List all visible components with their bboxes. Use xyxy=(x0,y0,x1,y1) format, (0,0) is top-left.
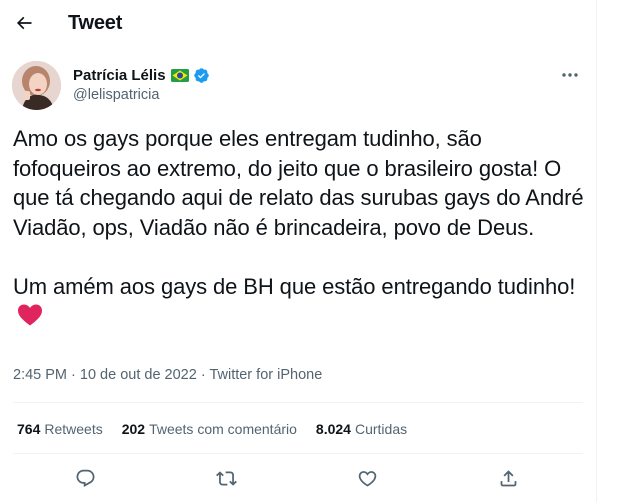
retweets-count: 764 xyxy=(17,421,41,437)
more-icon xyxy=(562,73,578,77)
retweets-stat[interactable]: 764 Retweets xyxy=(17,421,103,437)
arrow-left-icon xyxy=(16,16,32,30)
tweet-stats: 764 Retweets 202 Tweets com comentário 8… xyxy=(17,421,426,437)
author-handle[interactable]: @lelispatricia xyxy=(73,87,159,103)
author-name-row: Patrícia Lélis xyxy=(73,66,210,84)
column-border xyxy=(596,0,597,502)
page-title: Tweet xyxy=(68,12,123,34)
meta-separator: · xyxy=(196,367,210,383)
share-button[interactable] xyxy=(493,463,523,493)
tweet-date[interactable]: 10 de out de 2022 xyxy=(80,367,197,383)
reply-icon xyxy=(76,469,94,487)
divider xyxy=(13,453,583,454)
verified-badge-icon xyxy=(193,67,209,83)
quotes-count: 202 xyxy=(121,421,146,437)
divider xyxy=(13,402,583,403)
likes-count: 8.024 xyxy=(315,421,351,437)
like-icon xyxy=(358,470,376,487)
quotes-stat[interactable]: 202 Tweets com comentário xyxy=(122,421,297,437)
header: Tweet xyxy=(0,0,596,48)
tweet-text: Amo os gays porque eles entregam tudinho… xyxy=(13,124,588,331)
author-name[interactable]: Patrícia Lélis xyxy=(73,67,166,84)
tweet-body: Amo os gays porque eles entregam tudinho… xyxy=(13,126,584,299)
tweet-page: Tweet Patrícia Lélis @lelispatricia Amo … xyxy=(0,0,597,502)
quotes-label: Tweets com comentário xyxy=(149,421,297,437)
meta-separator: · xyxy=(67,367,80,383)
reply-button[interactable] xyxy=(70,463,100,493)
likes-label: Curtidas xyxy=(354,421,408,437)
tweet-meta: 2:45 PM · 10 de out de 2022 · Twitter fo… xyxy=(13,367,322,383)
tweet-actions xyxy=(0,463,596,493)
retweets-label: Retweets xyxy=(44,421,103,437)
brazil-flag-icon xyxy=(170,68,189,82)
avatar-image xyxy=(12,61,61,110)
retweet-button[interactable] xyxy=(211,463,241,493)
tweet-time[interactable]: 2:45 PM xyxy=(13,367,67,383)
red-heart-icon xyxy=(18,304,42,326)
more-options-button[interactable] xyxy=(558,66,582,84)
back-button[interactable] xyxy=(10,9,38,37)
share-icon xyxy=(500,469,516,486)
likes-stat[interactable]: 8.024 Curtidas xyxy=(316,421,407,437)
avatar[interactable] xyxy=(12,61,61,110)
tweet-source[interactable]: Twitter for iPhone xyxy=(209,367,322,383)
like-button[interactable] xyxy=(352,463,382,493)
retweet-icon xyxy=(215,470,237,486)
